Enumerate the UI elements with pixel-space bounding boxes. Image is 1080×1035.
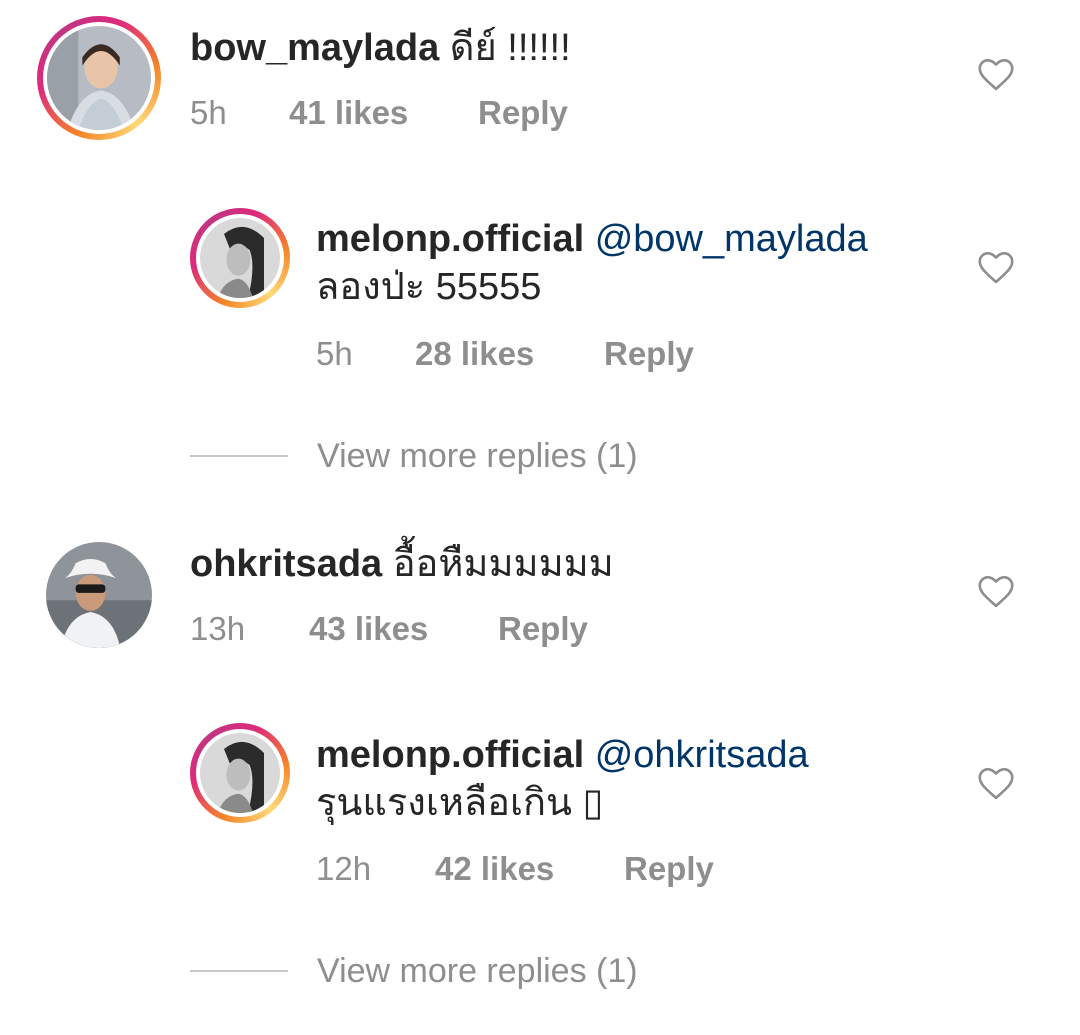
- comment-text: รุนแรงเหลือเกิน: [316, 782, 572, 824]
- comment-meta: 13h 43 likes Reply: [190, 609, 690, 649]
- reply-button[interactable]: Reply: [498, 609, 588, 649]
- mention-link[interactable]: @ohkritsada: [595, 734, 809, 776]
- reply-button[interactable]: Reply: [624, 849, 714, 889]
- view-more-label[interactable]: View more replies (1): [317, 436, 638, 476]
- comment-text: ดีย์ !!!!!!: [449, 27, 571, 69]
- avatar[interactable]: [46, 542, 152, 648]
- avatar-photo-man-hat: [46, 542, 152, 648]
- likes-count[interactable]: 42 likes: [435, 849, 554, 889]
- divider-line: [190, 455, 288, 457]
- comment-meta: 12h 42 likes Reply: [316, 849, 816, 889]
- comment-time: 5h: [316, 335, 353, 372]
- likes-count[interactable]: 41 likes: [289, 93, 408, 133]
- avatar-photo-woman-bw: [200, 218, 280, 298]
- avatar[interactable]: [190, 723, 290, 823]
- comment-username[interactable]: ohkritsada: [190, 543, 382, 585]
- avatar-photo-woman: [47, 26, 151, 130]
- comment-username[interactable]: melonp.official: [316, 734, 584, 776]
- view-more-label[interactable]: View more replies (1): [317, 951, 638, 991]
- comment-username[interactable]: melonp.official: [316, 218, 584, 260]
- comment-meta: 5h 28 likes Reply: [316, 334, 816, 374]
- comment-text: ลองป่ะ 55555: [316, 266, 542, 308]
- heart-outline-icon[interactable]: [977, 251, 1015, 285]
- comment-text: อื้อหืมมมมมม: [392, 543, 614, 585]
- divider-line: [190, 970, 288, 972]
- likes-count[interactable]: 28 likes: [415, 334, 534, 374]
- comment-time: 12h: [316, 850, 372, 887]
- comment-meta: 5h 41 likes Reply: [190, 93, 690, 133]
- comment-time: 13h: [190, 610, 246, 647]
- emoji-placeholder: ▯: [582, 782, 604, 824]
- view-more-replies[interactable]: View more replies (1): [190, 436, 790, 476]
- mention-link[interactable]: @bow_maylada: [595, 218, 868, 260]
- heart-outline-icon[interactable]: [977, 58, 1015, 92]
- comment-time: 5h: [190, 94, 227, 131]
- reply-button[interactable]: Reply: [478, 93, 568, 133]
- view-more-replies[interactable]: View more replies (1): [190, 951, 790, 991]
- avatar[interactable]: [37, 16, 161, 140]
- heart-outline-icon[interactable]: [977, 767, 1015, 801]
- likes-count[interactable]: 43 likes: [309, 609, 428, 649]
- avatar-photo-woman-bw: [200, 733, 280, 813]
- avatar[interactable]: [190, 208, 290, 308]
- heart-outline-icon[interactable]: [977, 575, 1015, 609]
- reply-button[interactable]: Reply: [604, 334, 694, 374]
- comment-username[interactable]: bow_maylada: [190, 27, 439, 69]
